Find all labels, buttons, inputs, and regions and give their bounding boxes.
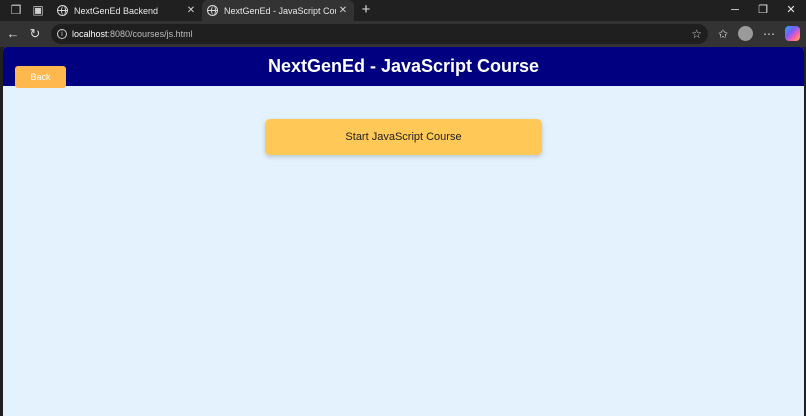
page-title: NextGenEd - JavaScript Course bbox=[267, 56, 540, 76]
window-close-icon[interactable]: ✕ bbox=[778, 2, 804, 18]
globe-icon bbox=[207, 5, 218, 16]
close-icon[interactable]: ✕ bbox=[184, 5, 198, 16]
url-text[interactable]: localhost:8080/courses/js.html bbox=[72, 24, 193, 44]
start-course-button[interactable]: Start JavaScript Course bbox=[265, 119, 542, 155]
page-viewport: NextGenEd - JavaScript Course Back Start… bbox=[3, 47, 804, 416]
workspaces-icon[interactable]: ❒ bbox=[8, 3, 24, 17]
close-icon[interactable]: ✕ bbox=[336, 5, 350, 16]
refresh-icon[interactable]: ↻ bbox=[26, 25, 44, 43]
browser-toolbar: ← ↻ i localhost:8080/courses/js.html ☆ ✩… bbox=[0, 21, 806, 47]
minimize-icon[interactable]: ─ bbox=[722, 2, 748, 18]
site-header: NextGenEd - JavaScript Course bbox=[3, 47, 804, 86]
address-bar[interactable]: i localhost:8080/courses/js.html ☆ bbox=[51, 24, 708, 44]
restore-icon[interactable]: ❐ bbox=[750, 2, 776, 18]
back-arrow-icon[interactable]: ← bbox=[4, 25, 22, 43]
tab-actions-icon[interactable]: ▣ bbox=[30, 3, 46, 17]
copilot-icon[interactable] bbox=[785, 26, 800, 41]
tab-nextgened-backend[interactable]: NextGenEd Backend ✕ bbox=[52, 0, 202, 21]
globe-icon bbox=[57, 5, 68, 16]
new-tab-icon[interactable]: + bbox=[358, 1, 374, 19]
tab-javascript-course[interactable]: NextGenEd - JavaScript Course ✕ bbox=[202, 0, 354, 21]
info-icon[interactable]: i bbox=[57, 29, 67, 39]
tab-title: NextGenEd - JavaScript Course bbox=[224, 5, 336, 16]
favorites-icon[interactable]: ✩ bbox=[714, 25, 732, 43]
more-options-icon[interactable]: ⋯ bbox=[760, 25, 778, 43]
tab-title: NextGenEd Backend bbox=[74, 5, 159, 16]
browser-tab-bar: ❒ ▣ NextGenEd Backend ✕ NextGenEd - Java… bbox=[0, 0, 806, 21]
back-button[interactable]: Back bbox=[15, 66, 66, 88]
profile-avatar[interactable] bbox=[738, 26, 753, 41]
url-path: :8080/courses/js.html bbox=[107, 29, 193, 39]
favorite-star-icon[interactable]: ☆ bbox=[691, 26, 702, 42]
url-host: localhost bbox=[72, 29, 108, 39]
